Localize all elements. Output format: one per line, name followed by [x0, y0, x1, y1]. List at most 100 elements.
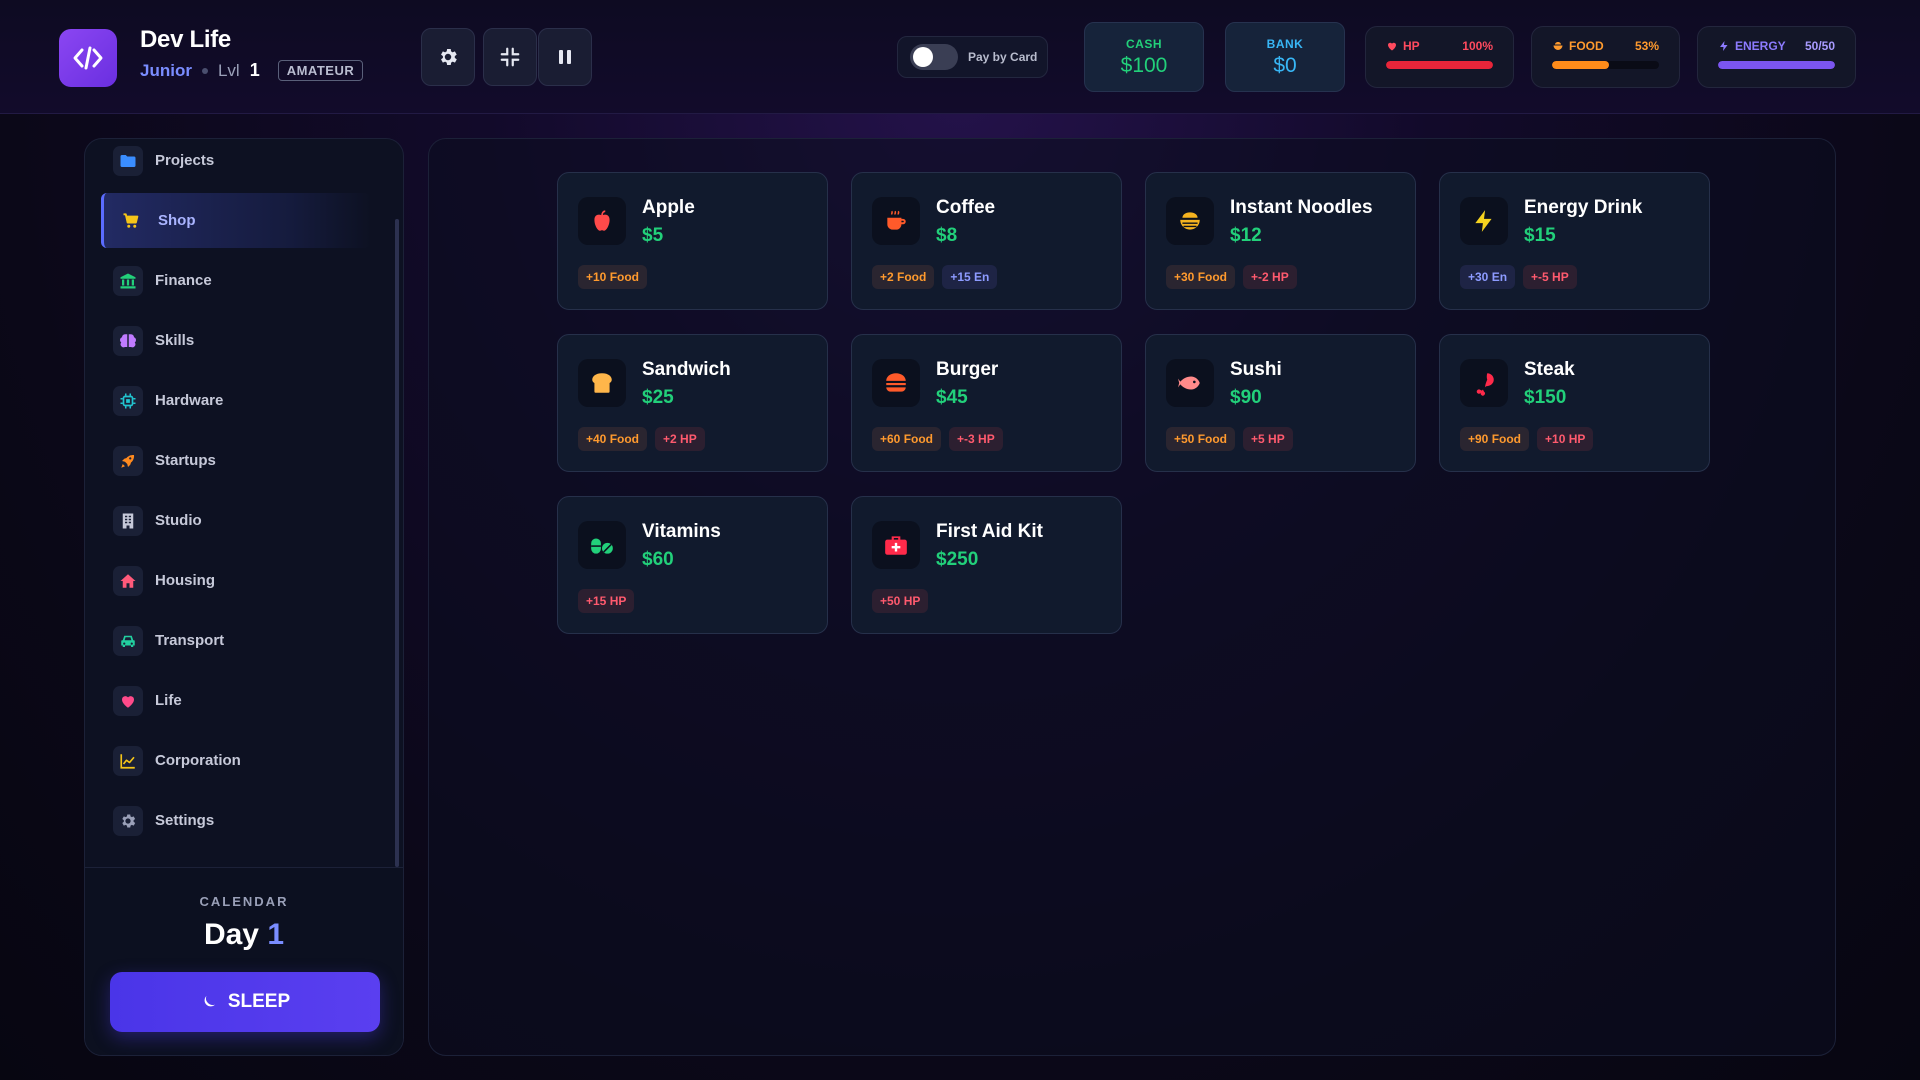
effect-tag: +-2 HP	[1243, 265, 1297, 289]
item-name: Apple	[642, 197, 695, 218]
bread-icon	[578, 359, 626, 407]
sidebar-item-transport[interactable]: Transport	[101, 613, 371, 668]
item-name: Coffee	[936, 197, 996, 218]
item-price: $150	[1524, 387, 1567, 408]
energy-bar-fill	[1718, 61, 1835, 69]
sidebar-item-startups[interactable]: Startups	[101, 433, 371, 488]
separator-dot	[201, 67, 208, 74]
chart-icon	[113, 745, 143, 776]
sidebar-item-label: Housing	[155, 572, 215, 589]
gear-icon	[441, 49, 457, 65]
item-effects: +15 HP	[578, 589, 635, 613]
shop-item-card[interactable]: Apple $5 +10 Food	[557, 172, 828, 310]
sidebar-item-life[interactable]: Life	[101, 673, 371, 728]
sidebar-item-hardware[interactable]: Hardware	[101, 373, 371, 428]
sidebar-item-label: Finance	[155, 272, 212, 289]
shop-item-card[interactable]: Steak $150 +90 Food +10 HP	[1439, 334, 1710, 472]
food-bar	[1552, 61, 1659, 69]
sidebar: Projects Shop Finance Skills Hardware Startup…	[84, 138, 404, 1056]
sidebar-item-label: Corporation	[155, 752, 241, 769]
fish-icon	[1166, 359, 1214, 407]
pause-icon	[559, 50, 571, 64]
folder-icon	[113, 145, 143, 176]
calendar-label: CALENDAR	[199, 894, 289, 909]
hp-stat: HP 100%	[1365, 26, 1514, 88]
drumstick-icon	[1460, 359, 1508, 407]
bolt-icon	[1720, 41, 1728, 51]
compress-icon	[500, 47, 520, 67]
item-name: First Aid Kit	[936, 521, 1043, 542]
effect-tag: +90 Food	[1460, 427, 1530, 451]
sidebar-item-label: Skills	[155, 332, 195, 349]
item-name: Steak	[1524, 359, 1575, 380]
item-price: $250	[936, 549, 979, 570]
shop-item-card[interactable]: Sandwich $25 +40 Food +2 HP	[557, 334, 828, 472]
brain-icon	[113, 325, 143, 356]
shop-item-card[interactable]: Sushi $90 +50 Food +5 HP	[1145, 334, 1416, 472]
item-name: Instant Noodles	[1230, 197, 1373, 218]
effect-tag: +30 Food	[1166, 265, 1236, 289]
shop-item-card[interactable]: Energy Drink $15 +30 En +-5 HP	[1439, 172, 1710, 310]
item-price: $25	[642, 387, 674, 408]
shop-item-card[interactable]: Vitamins $60 +15 HP	[557, 496, 828, 634]
sidebar-item-projects[interactable]: Projects	[101, 139, 371, 188]
effect-tag: +50 Food	[1166, 427, 1236, 451]
car-icon	[113, 625, 143, 656]
calendar-panel: CALENDAR Day 1 SLEEP	[85, 867, 403, 1055]
sidebar-item-label: Hardware	[155, 392, 224, 409]
item-effects: +90 Food +10 HP	[1460, 427, 1594, 451]
effect-tag: +60 Food	[872, 427, 942, 451]
shop-item-card[interactable]: Instant Noodles $12 +30 Food +-2 HP	[1145, 172, 1416, 310]
hp-value: 100%	[1462, 39, 1493, 53]
effect-tag: +10 HP	[1537, 427, 1594, 451]
item-effects: +40 Food +2 HP	[578, 427, 705, 451]
item-name: Vitamins	[642, 521, 721, 542]
effect-tag: +2 Food	[872, 265, 935, 289]
energy-bar	[1718, 61, 1835, 69]
house-icon	[113, 565, 143, 596]
item-price: $45	[936, 387, 968, 408]
item-price: $15	[1524, 225, 1556, 246]
sidebar-item-finance[interactable]: Finance	[101, 253, 371, 308]
shop-item-card[interactable]: First Aid Kit $250 +50 HP	[851, 496, 1122, 634]
pay-by-card-toggle[interactable]	[910, 44, 958, 70]
settings-button[interactable]	[421, 28, 475, 86]
day-display: Day 1	[85, 918, 403, 952]
fullscreen-exit-button[interactable]	[483, 28, 537, 86]
gear-icon	[113, 805, 143, 836]
apple-icon	[578, 197, 626, 245]
moon-icon	[204, 996, 215, 1007]
sidebar-item-label: Startups	[155, 452, 216, 469]
sidebar-item-label: Settings	[155, 812, 215, 829]
rocket-icon	[113, 445, 143, 476]
sleep-button[interactable]: SLEEP	[110, 972, 380, 1032]
effect-tag: +50 HP	[872, 589, 929, 613]
code-logo-icon	[59, 29, 117, 87]
shop-item-card[interactable]: Coffee $8 +2 Food +15 En	[851, 172, 1122, 310]
sidebar-scrollbar-thumb[interactable]	[395, 219, 399, 867]
item-name: Sandwich	[642, 359, 731, 380]
cash-display: CASH $100	[1084, 22, 1204, 92]
energy-label: ENERGY	[1735, 39, 1786, 53]
top-bar: Dev Life Junior Lvl 1 AMATEUR Pay by Car…	[0, 0, 1920, 114]
item-effects: +30 En +-5 HP	[1460, 265, 1577, 289]
sidebar-item-studio[interactable]: Studio	[101, 493, 371, 548]
shop-panel: Apple $5 +10 Food Coffee $8 +2 Food +15 En Inst…	[428, 138, 1836, 1056]
shop-item-card[interactable]: Burger $45 +60 Food +-3 HP	[851, 334, 1122, 472]
pause-button[interactable]	[538, 28, 592, 86]
energy-value: 50/50	[1804, 39, 1835, 53]
sidebar-item-housing[interactable]: Housing	[101, 553, 371, 608]
food-bar-fill	[1552, 61, 1609, 69]
sidebar-item-corporation[interactable]: Corporation	[101, 733, 371, 788]
item-price: $60	[642, 549, 674, 570]
hp-bar	[1386, 61, 1493, 69]
pay-by-card-control[interactable]: Pay by Card	[897, 36, 1048, 78]
sidebar-item-skills[interactable]: Skills	[101, 313, 371, 368]
effect-tag: +15 En	[942, 265, 998, 289]
sidebar-item-label: Shop	[158, 212, 196, 229]
chip-icon	[113, 385, 143, 416]
cash-value: $100	[1120, 53, 1168, 77]
sidebar-item-settings[interactable]: Settings	[101, 793, 371, 848]
item-price: $5	[642, 225, 664, 246]
sidebar-item-shop[interactable]: Shop	[101, 193, 371, 248]
